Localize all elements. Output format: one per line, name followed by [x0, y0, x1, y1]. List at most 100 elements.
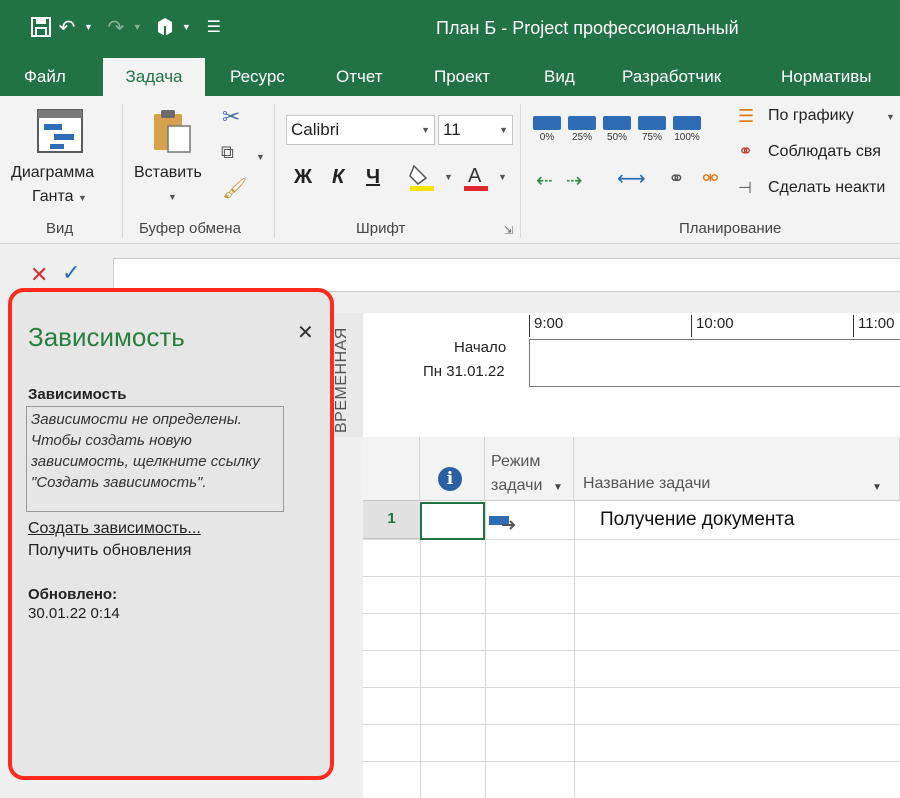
get-updates-link[interactable]: Получить обновления [28, 542, 191, 560]
customize-qat-icon[interactable]: ☰ [203, 12, 225, 42]
timeline-start-date: Пн 31.01.22 [423, 363, 505, 380]
tab-task[interactable]: Задача [103, 58, 205, 96]
row-divider [363, 761, 900, 762]
font-color-dropdown-icon[interactable]: ▼ [498, 172, 507, 182]
inactivate-button[interactable]: Сделать неакти [768, 179, 885, 197]
row-divider [363, 650, 900, 651]
progress-100-icon[interactable] [673, 116, 701, 130]
ribbon: Диаграмма Ганта ▼ Вид Вставить ▼ ✂ ⧉ ▼ 🖌… [0, 96, 900, 244]
tab-view[interactable]: Вид [544, 58, 575, 96]
cut-icon[interactable]: ✂ [222, 104, 240, 130]
progress-25-icon[interactable] [568, 116, 596, 130]
timeline-tick: 10:00 [691, 315, 734, 337]
timeline-tick: 11:00 [853, 315, 894, 337]
row-divider [363, 613, 900, 614]
pane-subtitle: Зависимость [28, 386, 127, 403]
timeline-bar[interactable] [529, 339, 900, 387]
link-tasks-icon[interactable]: ⚭ [668, 166, 685, 191]
svg-text:A: A [468, 165, 482, 187]
chevron-down-icon: ▼ [421, 125, 430, 135]
task-name-cell[interactable]: Получение документа [600, 509, 794, 531]
chevron-down-icon: ▼ [499, 125, 508, 135]
progress-label: 50% [606, 132, 627, 143]
progress-label: 0% [539, 132, 555, 143]
title-bar: ↶ ▼ ↷ ▼ ▼ ☰ План Б - Project профессиональ… [0, 0, 900, 58]
progress-50-icon[interactable] [603, 116, 631, 130]
paste-dropdown-icon: ▼ [168, 192, 177, 202]
fill-color-dropdown-icon[interactable]: ▼ [444, 172, 453, 182]
entry-input[interactable] [113, 258, 900, 292]
select-all-header[interactable] [363, 437, 420, 501]
tab-resource[interactable]: Ресурс [230, 58, 285, 96]
format-painter-icon[interactable]: 🖌 [222, 176, 247, 201]
on-schedule-dropdown-icon[interactable]: ▼ [886, 112, 895, 122]
outdent-icon[interactable]: ⇠ [536, 168, 553, 193]
task-name-header[interactable]: Название задачи ▼ [574, 437, 900, 501]
row-divider [363, 576, 900, 577]
group-divider [520, 104, 521, 238]
info-icon: i [438, 467, 462, 491]
group-divider [122, 104, 123, 238]
progress-0-icon[interactable] [533, 116, 561, 130]
font-size-select[interactable]: 11 ▼ [438, 115, 513, 145]
group-label-planning: Планирование [679, 220, 782, 237]
task-grid: i Режим задачи ▼ Название задачи ▼ 1 Пол… [363, 437, 900, 798]
font-size-value: 11 [443, 120, 461, 139]
timeline[interactable]: Начало Пн 31.01.22 9:00 10:00 11:00 [363, 313, 900, 437]
inactivate-icon: ⊣ [738, 180, 752, 197]
touch-mode-icon[interactable] [154, 12, 176, 42]
timeline-side-label: ВРЕМЕННАЯ [333, 327, 350, 433]
close-icon[interactable]: ✕ [297, 320, 314, 345]
tab-project[interactable]: Проект [434, 58, 490, 96]
fill-color-button[interactable] [408, 162, 436, 197]
font-color-button[interactable]: A [462, 162, 490, 197]
group-label-view: Вид [46, 220, 74, 237]
tab-file[interactable]: Файл [24, 58, 66, 96]
on-schedule-button[interactable]: По графику [768, 107, 854, 125]
undo-icon[interactable]: ↶ [56, 12, 78, 42]
indicators-header[interactable]: i [420, 437, 485, 501]
auto-scheduled-icon[interactable] [488, 515, 518, 531]
redo-dropdown-icon[interactable]: ▼ [133, 22, 142, 32]
undo-dropdown-icon[interactable]: ▼ [84, 22, 93, 32]
font-name-select[interactable]: Calibri ▼ [286, 115, 435, 145]
selected-cell[interactable] [420, 502, 485, 540]
bold-button[interactable]: Ж [294, 166, 312, 189]
tab-report[interactable]: Отчет [336, 58, 383, 96]
indent-icon[interactable]: ⇢ [566, 168, 583, 193]
task-mode-header-line2: задачи [491, 477, 543, 494]
row-divider [363, 724, 900, 725]
save-icon[interactable] [30, 12, 52, 42]
filter-dropdown-icon[interactable]: ▼ [872, 482, 882, 493]
progress-75-icon[interactable] [638, 116, 666, 130]
touch-dropdown-icon[interactable]: ▼ [182, 22, 191, 32]
filter-dropdown-icon[interactable]: ▼ [553, 482, 563, 493]
on-schedule-icon: ☰ [738, 106, 755, 126]
gantt-button-label-1: Диаграмма [11, 164, 95, 181]
underline-button[interactable]: Ч [366, 166, 380, 189]
gantt-button-label-2: Ганта ▼ [32, 188, 87, 205]
italic-button[interactable]: К [332, 166, 344, 189]
copy-dropdown-icon[interactable]: ▼ [256, 152, 265, 162]
cancel-entry-icon[interactable]: ✕ [30, 262, 48, 288]
confirm-entry-icon[interactable]: ✓ [62, 260, 80, 286]
tab-standards[interactable]: Нормативы [781, 58, 872, 96]
group-divider [274, 104, 275, 238]
font-color-icon: A [464, 165, 488, 191]
redo-icon[interactable]: ↷ [105, 12, 127, 42]
progress-label: 75% [641, 132, 662, 143]
font-dialog-launcher-icon[interactable]: ⇲ [504, 224, 513, 237]
task-mode-header-line1: Режим [491, 453, 541, 470]
respect-links-button[interactable]: Соблюдать свя [768, 143, 881, 161]
unlink-tasks-icon[interactable]: ⚮ [702, 166, 719, 191]
tab-developer[interactable]: Разработчик [622, 58, 721, 96]
task-mode-header[interactable]: Режим задачи ▼ [485, 437, 574, 501]
create-dependency-link[interactable]: Создать зависимость... [28, 520, 201, 538]
row-number[interactable]: 1 [363, 501, 420, 539]
copy-icon[interactable]: ⧉ [221, 142, 234, 163]
row-divider [363, 687, 900, 688]
split-task-icon[interactable]: ⟷ [617, 166, 646, 191]
group-label-clipboard: Буфер обмена [139, 220, 241, 237]
progress-label: 25% [571, 132, 592, 143]
progress-label: 100% [674, 132, 700, 143]
